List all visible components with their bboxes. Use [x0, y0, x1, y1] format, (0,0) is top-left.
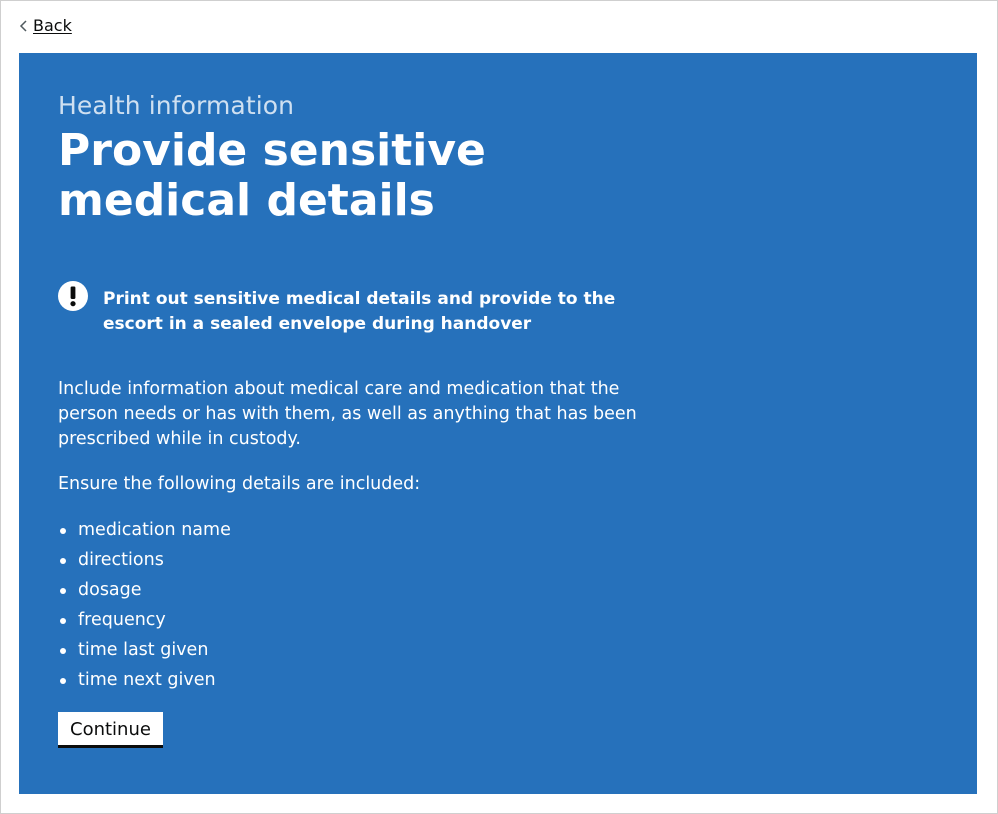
- warning-text: Print out sensitive medical details and …: [103, 289, 616, 334]
- intro-paragraph: Include information about medical care a…: [58, 379, 637, 449]
- list-item: frequency: [58, 605, 231, 635]
- chevron-left-icon: [19, 19, 27, 32]
- content-panel: Health information Provide sensitive med…: [19, 53, 977, 794]
- continue-button[interactable]: Continue: [58, 712, 163, 748]
- back-link[interactable]: Back: [18, 16, 72, 35]
- list-item: directions: [58, 545, 231, 575]
- list-item: dosage: [58, 575, 231, 605]
- page-title: Provide sensitive medical details: [58, 125, 486, 226]
- page-caption: Health information: [58, 91, 295, 120]
- back-link-label[interactable]: Back: [33, 16, 72, 35]
- list-item: time last given: [58, 635, 231, 665]
- exclamation-icon: [58, 281, 88, 311]
- ensure-paragraph: Ensure the following details are include…: [58, 474, 421, 494]
- details-list: medication name directions dosage freque…: [58, 515, 231, 695]
- list-item: time next given: [58, 665, 231, 695]
- list-item: medication name: [58, 515, 231, 545]
